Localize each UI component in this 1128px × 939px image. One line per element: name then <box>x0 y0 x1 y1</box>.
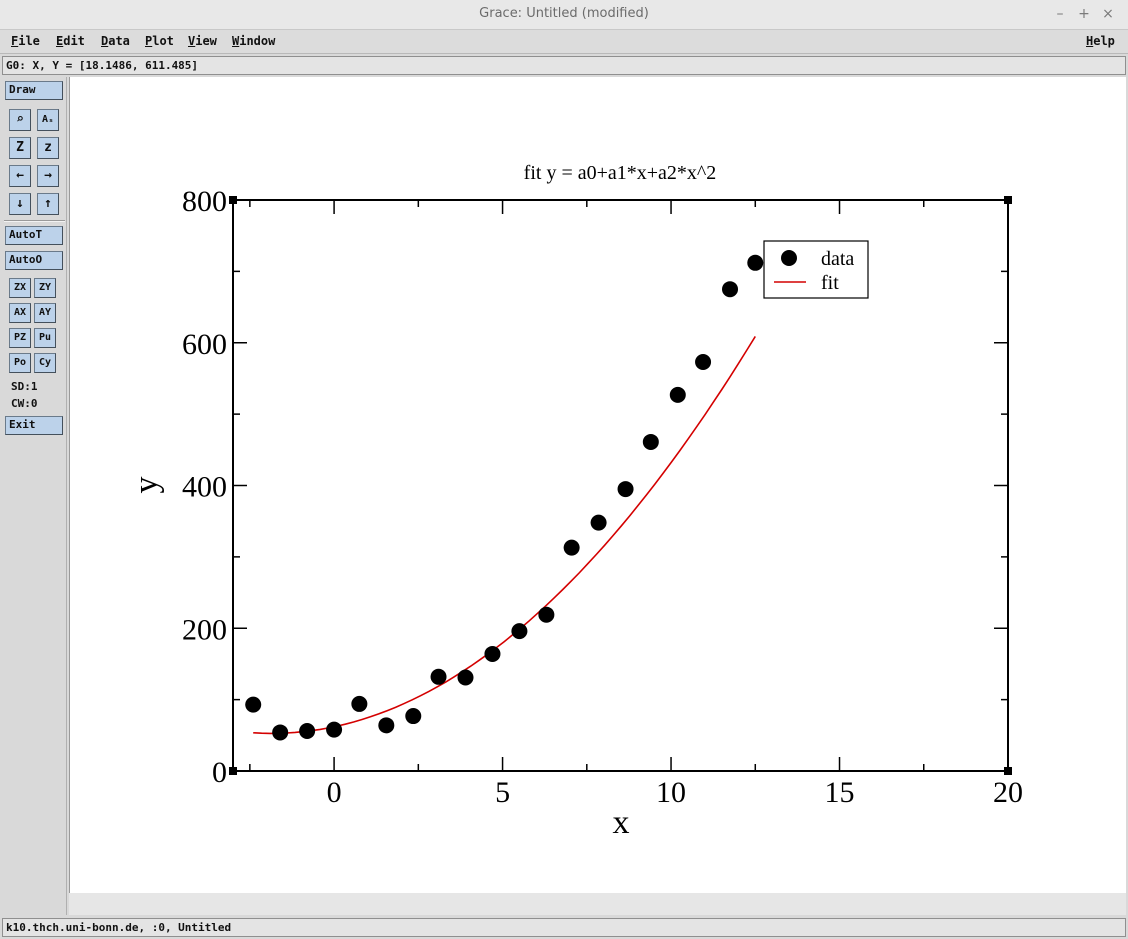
menu-help[interactable]: Help <box>1086 34 1115 48</box>
menu-plot[interactable]: Plot <box>145 34 174 48</box>
po-button[interactable]: Po <box>9 353 31 373</box>
exit-button[interactable]: Exit <box>5 416 63 435</box>
zy-button[interactable]: ZY <box>34 278 56 298</box>
autoo-button[interactable]: AutoO <box>5 251 63 270</box>
autot-button[interactable]: AutoT <box>5 226 63 245</box>
maximize-icon[interactable]: + <box>1074 4 1094 24</box>
title-bar: Grace: Untitled (modified) – + × <box>0 0 1128 30</box>
data-point <box>669 386 686 403</box>
data-point <box>245 696 262 713</box>
arrow-left-icon[interactable]: ← <box>9 165 31 187</box>
legend-data-label: data <box>821 248 854 270</box>
arrow-down-icon[interactable]: ↓ <box>9 193 31 215</box>
menu-file[interactable]: File <box>11 34 40 48</box>
ay-button[interactable]: AY <box>34 303 56 323</box>
y-tick-label: 0 <box>212 756 227 789</box>
data-point <box>405 708 422 725</box>
status-bar: k10.thch.uni-bonn.de, :0, Untitled <box>2 918 1126 937</box>
cy-button[interactable]: Cy <box>34 353 56 373</box>
tool-panel: Draw ⌕ Aₛ Z z ← → ↓ ↑ AutoT AutoO ZX ZY … <box>2 77 67 915</box>
data-point <box>511 623 528 640</box>
y-tick-label: 800 <box>182 185 227 218</box>
drawing-canvas[interactable]: 0 5 10 15 20 0 200 400 600 800 data fit fit y = a0… <box>69 77 1126 893</box>
locator-readout: G0: X, Y = [18.1486, 611.485] <box>2 56 1126 75</box>
current-world-label: CW:0 <box>11 397 38 410</box>
menu-edit[interactable]: Edit <box>56 34 85 48</box>
data-point <box>299 723 316 740</box>
zoom-in-icon[interactable]: Z <box>9 137 31 159</box>
x-tick-label: 0 <box>327 776 342 809</box>
data-point <box>272 724 289 741</box>
close-icon[interactable]: × <box>1098 4 1118 24</box>
data-point <box>326 721 343 738</box>
toolbar-divider <box>4 220 65 222</box>
plot-graph: 0 5 10 15 200200400600800 datafit fit y = a0… <box>128 162 1023 841</box>
data-point <box>563 539 580 556</box>
menu-view[interactable]: View <box>188 34 217 48</box>
draw-button[interactable]: Draw <box>5 81 63 100</box>
window-title: Grace: Untitled (modified) <box>479 6 649 21</box>
legend-data-marker <box>781 250 797 266</box>
set-depth-label: SD:1 <box>11 380 38 393</box>
zoom-icon[interactable]: ⌕ <box>9 109 31 131</box>
x-axis-label: x <box>613 804 630 841</box>
data-point <box>351 695 368 712</box>
plot-title: fit y = a0+a1*x+a2*x^2 <box>524 162 717 184</box>
y-tick-label: 200 <box>182 613 227 646</box>
y-axis-label: y <box>128 477 165 494</box>
x-tick-label: 10 <box>656 776 686 809</box>
data-point <box>538 606 555 623</box>
y-tick-label: 600 <box>182 328 227 361</box>
pz-button[interactable]: PZ <box>9 328 31 348</box>
ax-button[interactable]: AX <box>9 303 31 323</box>
menu-window[interactable]: Window <box>232 34 275 48</box>
data-point <box>617 481 634 498</box>
arrow-right-icon[interactable]: → <box>37 165 59 187</box>
autoscale-icon[interactable]: Aₛ <box>37 109 59 131</box>
data-point <box>747 254 764 271</box>
menu-bar: File Edit Data Plot View Window Help <box>0 30 1128 54</box>
data-point <box>457 669 474 686</box>
pu-button[interactable]: Pu <box>34 328 56 348</box>
menu-data[interactable]: Data <box>101 34 130 48</box>
data-point <box>695 354 712 371</box>
data-point <box>590 514 607 531</box>
zx-button[interactable]: ZX <box>9 278 31 298</box>
x-tick-label: 5 <box>495 776 510 809</box>
canvas-scroll-area <box>69 893 1126 915</box>
legend-fit-label: fit <box>821 272 839 294</box>
data-point <box>642 433 659 450</box>
x-tick-label: 20 <box>993 776 1023 809</box>
grace-app-window: Grace: Untitled (modified) – + × File Ed… <box>0 0 1128 939</box>
arrow-up-icon[interactable]: ↑ <box>37 193 59 215</box>
data-point <box>722 281 739 298</box>
data-point <box>484 645 501 662</box>
minimize-icon[interactable]: – <box>1050 4 1070 24</box>
data-point <box>378 717 395 734</box>
y-tick-label: 400 <box>182 471 227 504</box>
x-tick-label: 15 <box>825 776 855 809</box>
data-point <box>430 668 447 685</box>
zoom-out-icon[interactable]: z <box>37 137 59 159</box>
